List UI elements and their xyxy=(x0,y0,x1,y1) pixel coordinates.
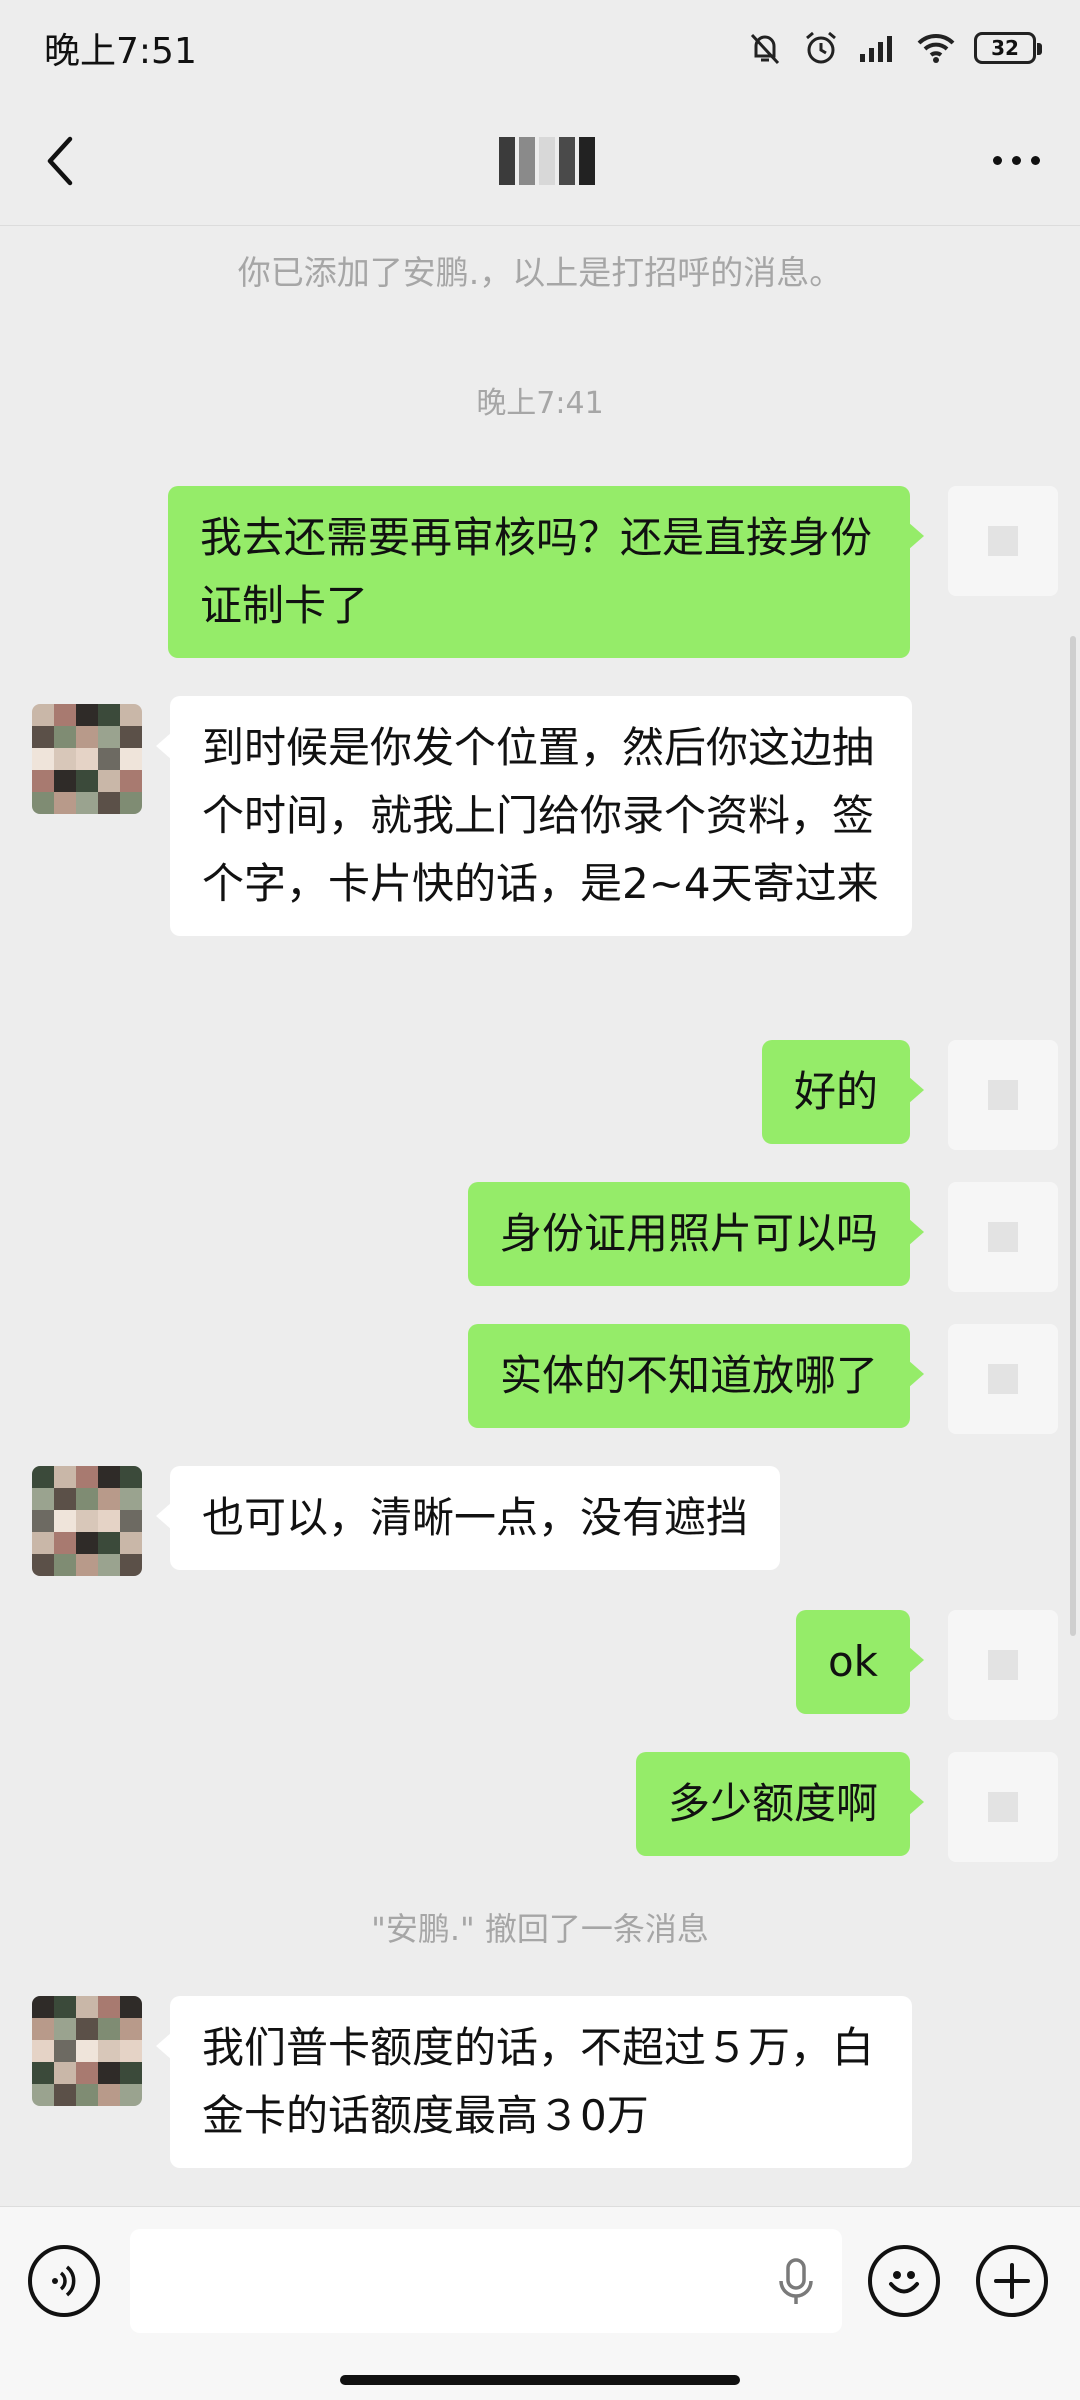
battery-level: 32 xyxy=(991,36,1019,60)
mosaic-block xyxy=(578,136,595,185)
contact-avatar[interactable] xyxy=(32,1466,142,1576)
system-message-added: 你已添加了安鹏.，以上是打招呼的消息。 xyxy=(237,253,843,292)
system-message-recalled: "安鹏." 撤回了一条消息 xyxy=(371,1910,709,1948)
mosaic-block xyxy=(518,136,535,185)
more-options-button[interactable] xyxy=(993,121,1040,201)
message-bubble-outgoing[interactable]: 我去还需要再审核吗？还是直接身份证制卡了 xyxy=(168,486,924,658)
self-avatar[interactable] xyxy=(948,1610,1058,1720)
mosaic-block xyxy=(538,136,555,185)
self-avatar[interactable] xyxy=(948,1752,1058,1862)
plus-button[interactable] xyxy=(976,2245,1048,2317)
contact-avatar[interactable] xyxy=(32,704,142,814)
status-bar: 晚上7:51 32 xyxy=(0,0,1080,96)
message-bubble-outgoing[interactable]: 身份证用照片可以吗 xyxy=(467,1182,925,1286)
voice-mode-icon xyxy=(52,2265,76,2297)
chat-title-obscured[interactable] xyxy=(498,136,595,185)
self-avatar[interactable] xyxy=(948,1182,1058,1292)
back-button[interactable] xyxy=(40,121,100,201)
signal-icon xyxy=(860,36,892,62)
self-avatar[interactable] xyxy=(948,1324,1058,1434)
alarm-icon xyxy=(806,31,836,64)
mute-bell-icon xyxy=(750,33,780,65)
emoji-button[interactable] xyxy=(868,2245,940,2317)
self-avatar[interactable] xyxy=(948,1040,1058,1150)
message-bubble-outgoing[interactable]: ok xyxy=(795,1610,925,1714)
message-bubble-incoming[interactable]: 到时候是你发个位置，然后你这边抽个时间，就我上门给你录个资料，签个字，卡片快的话… xyxy=(156,696,912,936)
message-bubble-outgoing[interactable]: 多少额度啊 xyxy=(635,1752,925,1856)
home-indicator[interactable] xyxy=(340,2375,740,2385)
message-input[interactable] xyxy=(130,2229,842,2333)
status-time: 晚上7:51 xyxy=(44,31,197,72)
status-icons: 32 xyxy=(746,29,1042,67)
wifi-icon xyxy=(917,33,955,63)
message-bubble-incoming[interactable]: 我们普卡额度的话，不超过５万，白金卡的话额度最高３0万 xyxy=(156,1996,912,2168)
ellipsis-icon xyxy=(993,156,1002,165)
mosaic-block xyxy=(498,136,515,185)
mosaic-block xyxy=(558,136,575,185)
chat-scrollbar[interactable] xyxy=(1070,636,1076,1636)
emoji-icon xyxy=(889,2271,919,2294)
chat-header xyxy=(0,96,1080,226)
microphone-icon[interactable] xyxy=(776,2257,816,2307)
chevron-left-icon xyxy=(47,136,73,185)
message-bubble-outgoing[interactable]: 实体的不知道放哪了 xyxy=(467,1324,925,1428)
voice-mode-button[interactable] xyxy=(28,2245,100,2317)
time-divider: 晚上7:41 xyxy=(476,386,604,421)
chat-messages[interactable]: 你已添加了安鹏.，以上是打招呼的消息。 晚上7:41 我去还需要再审核吗？还是直… xyxy=(0,226,1080,2206)
plus-icon xyxy=(994,2263,1030,2299)
battery-icon: 32 xyxy=(974,32,1042,64)
message-bubble-outgoing[interactable]: 好的 xyxy=(761,1040,925,1144)
contact-avatar[interactable] xyxy=(32,1996,142,2106)
message-input-bar xyxy=(0,2206,1080,2400)
message-bubble-incoming[interactable]: 也可以，清晰一点，没有遮挡 xyxy=(155,1466,781,1570)
self-avatar[interactable] xyxy=(948,486,1058,596)
